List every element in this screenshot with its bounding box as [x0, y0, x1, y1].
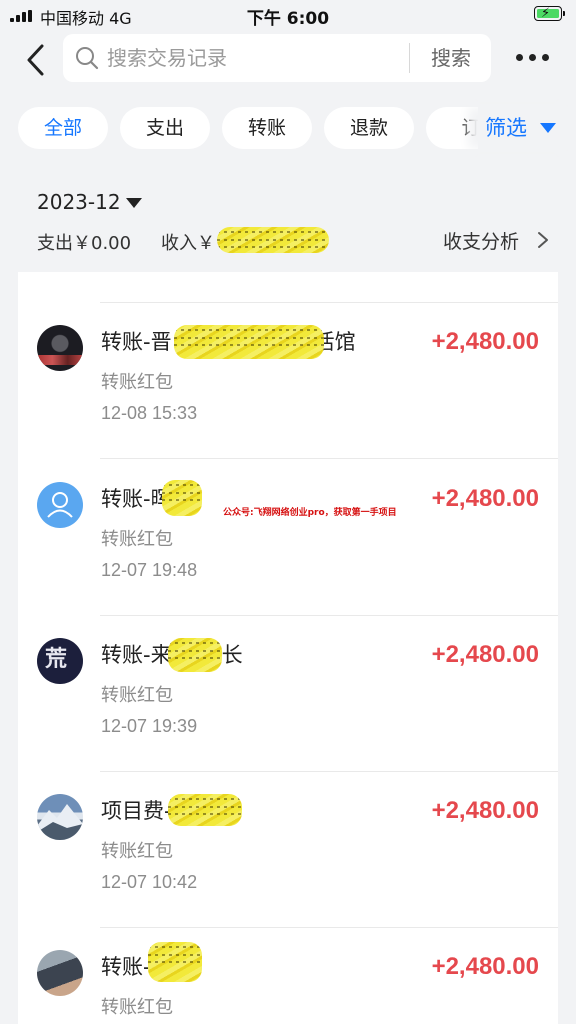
dark-photo-avatar — [37, 325, 83, 371]
mountain-icon — [37, 804, 83, 840]
title-redaction — [148, 942, 202, 982]
back-arrow-icon[interactable] — [22, 42, 52, 78]
battery-cap — [563, 11, 565, 16]
transaction-amount: +2,480.00 — [431, 797, 539, 824]
status-bar: 中国移动 4G 下午 6:00 ⚡ — [0, 0, 576, 30]
more-options-icon[interactable] — [512, 50, 552, 66]
title-prefix: 项目费- — [101, 799, 172, 823]
title-redaction — [174, 325, 324, 359]
transaction-subtitle: 转账红包 — [101, 841, 173, 862]
title-redaction — [168, 794, 242, 826]
transaction-amount: +2,480.00 — [431, 328, 539, 355]
transaction-amount: +2,480.00 — [431, 953, 539, 980]
filter-label: 筛选 — [485, 116, 527, 140]
user-icon — [47, 492, 73, 518]
title-redaction — [168, 638, 222, 672]
transaction-time: 12-08 15:33 — [101, 403, 198, 423]
transaction-row[interactable]: 荒 转账-来 长 转账红包 12-07 19:39 +2,480.00 — [18, 616, 558, 772]
transaction-time: 12-07 19:48 — [101, 560, 198, 580]
transaction-amount: +2,480.00 — [431, 485, 539, 512]
transaction-title: 项目费- — [101, 795, 172, 825]
status-time: 下午 6:00 — [246, 9, 330, 29]
title-prefix: 转账-晖 — [101, 487, 172, 511]
analysis-link[interactable]: 收支分析 — [443, 227, 519, 254]
search-divider — [409, 43, 410, 73]
chip-refund[interactable]: 退款 — [324, 107, 414, 149]
title-prefix: 转账-来 — [101, 643, 172, 667]
chip-transfer[interactable]: 转账 — [222, 107, 312, 149]
chip-all[interactable]: 全部 — [18, 107, 108, 149]
title-redaction — [162, 480, 202, 516]
watermark-text: 公众号:飞翔网络创业pro，获取第一手项目 — [223, 508, 397, 518]
filter-button[interactable]: 筛选 — [478, 107, 576, 149]
transaction-row[interactable]: 转账-晋 活馆 转账红包 12-08 15:33 +2,480.00 — [18, 303, 558, 459]
mountain-avatar — [37, 794, 83, 840]
expense-total: 支出￥0.00 — [37, 233, 132, 254]
search-input[interactable] — [107, 34, 407, 82]
transaction-time: 12-07 19:39 — [101, 716, 198, 736]
title-prefix: 转账- — [101, 955, 151, 979]
transaction-amount: +2,480.00 — [431, 641, 539, 668]
month-selector[interactable]: 2023-12 — [37, 190, 121, 214]
charging-icon: ⚡ — [541, 6, 551, 21]
row-divider — [100, 458, 558, 459]
chip-expense[interactable]: 支出 — [120, 107, 210, 149]
transaction-row[interactable]: 转账- 转账红包 +2,480.00 — [18, 928, 558, 1024]
transaction-subtitle: 转账红包 — [101, 997, 173, 1018]
transaction-title: 转账-晖 — [101, 483, 172, 513]
chevron-right-icon[interactable] — [536, 230, 550, 250]
transaction-subtitle: 转账红包 — [101, 529, 173, 550]
transaction-subtitle: 转账红包 — [101, 685, 173, 706]
search-button[interactable]: 搜索 — [411, 34, 491, 82]
title-prefix: 转账-晋 — [101, 330, 172, 354]
title-suffix: 长 — [221, 643, 243, 667]
transaction-subtitle: 转账红包 — [101, 372, 173, 393]
car-photo-avatar — [37, 950, 83, 996]
income-total-label: 收入￥ — [161, 233, 215, 254]
default-user-avatar — [37, 482, 83, 528]
caret-down-icon[interactable] — [126, 198, 142, 208]
search-icon — [76, 47, 99, 70]
transaction-row[interactable]: 转账-晖 转账红包 12-07 19:48 +2,480.00 — [18, 460, 558, 616]
transaction-row[interactable]: 项目费- 转账红包 12-07 10:42 +2,480.00 — [18, 772, 558, 928]
calligraphy-avatar: 荒 — [37, 638, 83, 684]
income-redaction — [217, 227, 329, 253]
transaction-title: 转账- — [101, 951, 151, 981]
search-box[interactable]: 搜索 — [63, 34, 491, 82]
transaction-time: 12-07 10:42 — [101, 872, 198, 892]
caret-down-icon — [540, 123, 556, 133]
